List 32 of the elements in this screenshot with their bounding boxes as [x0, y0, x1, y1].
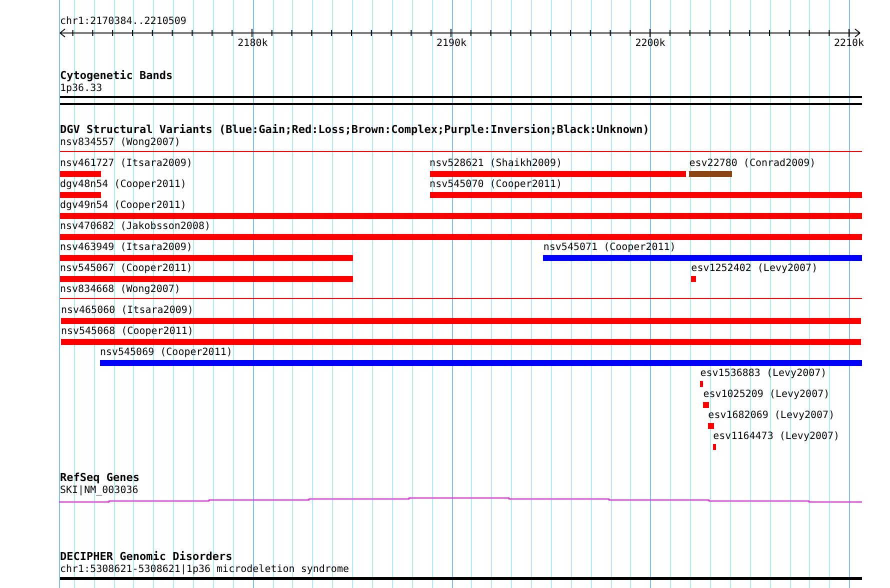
variant-label: esv1682069 (Levy2007) [708, 410, 835, 422]
variant-label: dgv49n54 (Cooper2011) [60, 200, 186, 212]
tick-label: 2210k [834, 38, 864, 50]
variant-label: nsv545069 (Cooper2011) [100, 347, 232, 359]
variant-label: nsv463949 (Itsara2009) [60, 242, 192, 254]
variant-label: nsv465060 (Itsara2009) [60, 305, 194, 317]
tick-label: 2180k [238, 38, 268, 50]
tick-label: 2200k [635, 38, 666, 50]
variant-label: nsv528621 (Shaikh2009) [430, 158, 562, 170]
disorder-label: chr1:5308621-5308621|1p36 microdeletion syndrome [60, 564, 349, 576]
band-label: 1p36.33 [60, 83, 102, 95]
variant-label: nsv545070 (Cooper2011) [430, 179, 562, 191]
track-title: DECIPHER Genomic Disorders [60, 551, 232, 563]
variant-label: nsv461727 (Itsara2009) [60, 158, 192, 170]
region-label: chr1:2170384..2210509 [60, 16, 186, 28]
variant-label: esv1164473 (Levy2007) [713, 431, 840, 443]
variant-label: nsv545071 (Cooper2011) [543, 242, 676, 254]
variant-label: esv1252402 (Levy2007) [691, 263, 818, 275]
track-title: Cytogenetic Bands [60, 70, 173, 82]
gene-label: SKI|NM_003036 [60, 485, 138, 497]
track-title: DGV Structural Variants (Blue:Gain;Red:Loss;Brown:Complex;Purple:Inversion;Black:Unknown) [60, 124, 650, 136]
variant-label: esv1536883 (Levy2007) [700, 368, 827, 380]
variant-label: nsv545067 (Cooper2011) [60, 263, 192, 275]
variant-label: nsv470682 (Jakobsson2008) [60, 221, 211, 233]
variant-label: esv22780 (Conrad2009) [689, 158, 816, 170]
variant-label: dgv48n54 (Cooper2011) [60, 179, 186, 191]
variant-label: nsv834668 (Wong2007) [60, 284, 180, 296]
variant-label: esv1025209 (Levy2007) [703, 389, 830, 401]
variant-label: nsv834557 (Wong2007) [60, 137, 180, 149]
track-title: RefSeq Genes [60, 472, 140, 484]
tick-label: 2190k [436, 38, 467, 50]
variant-label: nsv545068 (Cooper2011) [60, 326, 194, 338]
